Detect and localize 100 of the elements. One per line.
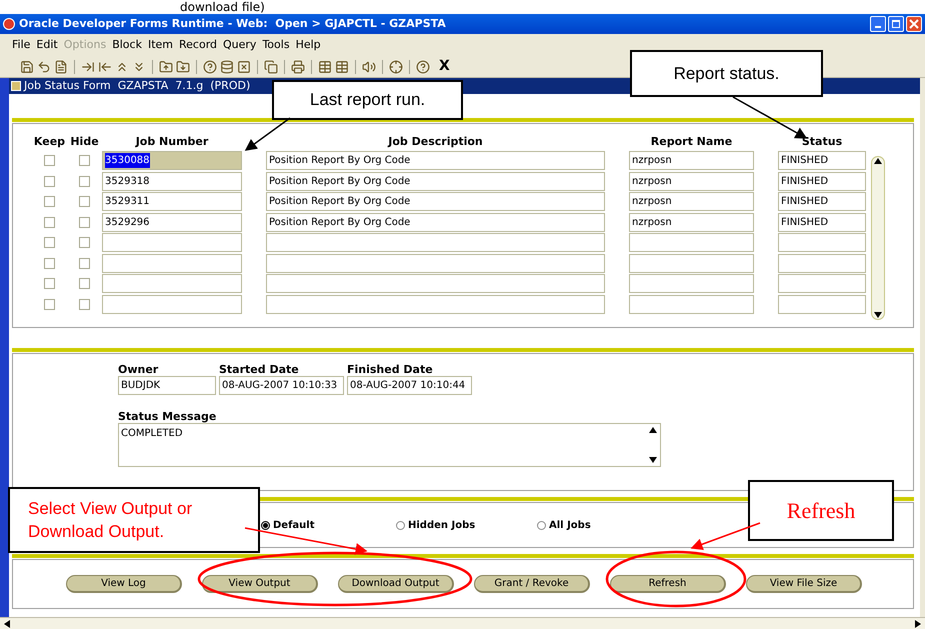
radio-button[interactable] [396, 520, 405, 530]
checkbox[interactable] [79, 196, 90, 207]
menu-item[interactable]: Tools [262, 36, 290, 54]
checkbox[interactable] [79, 258, 90, 268]
action-button[interactable]: Refresh [610, 575, 726, 593]
table-row[interactable]: 3530088 Position Report By Org Code nzrposn FINISHED [32, 151, 866, 170]
checkbox[interactable] [79, 298, 90, 310]
text-field[interactable] [629, 294, 754, 314]
menu-item[interactable]: Edit [36, 36, 58, 54]
folder-down-icon[interactable] [176, 60, 190, 74]
maximize-icon[interactable] [888, 16, 904, 32]
text-field[interactable]: 3530088 [102, 151, 242, 170]
checkbox[interactable] [79, 216, 90, 228]
text-field[interactable]: Position Report By Org Code [266, 151, 605, 170]
folder-up-icon[interactable] [159, 60, 173, 74]
remove-record-icon[interactable] [98, 60, 112, 74]
undo-icon[interactable] [37, 60, 51, 74]
checkbox[interactable] [44, 298, 55, 310]
scroll-up-icon[interactable] [874, 158, 882, 164]
horizontal-scrollbar[interactable] [0, 617, 925, 629]
text-field[interactable] [629, 233, 754, 252]
checkbox[interactable] [79, 237, 90, 248]
minimize-icon[interactable] [870, 16, 886, 32]
database-icon[interactable] [220, 60, 234, 74]
text-field[interactable]: 08-AUG-2007 10:10:33 [219, 376, 344, 395]
radio-label[interactable]: All Jobs [549, 518, 591, 532]
checkbox[interactable] [44, 278, 55, 289]
text-field[interactable]: BUDJDK [118, 376, 216, 395]
text-field[interactable] [266, 254, 605, 272]
action-button[interactable]: View Log [66, 575, 182, 593]
checkbox[interactable] [44, 176, 55, 186]
text-field[interactable]: 3529296 [102, 212, 242, 232]
speaker-icon[interactable] [362, 60, 376, 74]
action-button[interactable]: View File Size [746, 575, 862, 593]
action-button[interactable]: Grant / Revoke [474, 575, 590, 593]
text-field[interactable]: 3529318 [102, 172, 242, 190]
help-icon[interactable] [203, 60, 217, 74]
grid-icon[interactable] [335, 60, 349, 74]
text-field[interactable] [102, 274, 242, 293]
message-field[interactable]: COMPLETED [118, 423, 661, 467]
action-button[interactable]: View Output [202, 575, 318, 593]
checkbox[interactable] [44, 258, 55, 268]
radio-button[interactable] [537, 520, 546, 530]
checkbox[interactable] [79, 278, 90, 289]
checkbox[interactable] [44, 237, 55, 248]
text-field[interactable]: nzrposn [629, 172, 754, 190]
close-icon[interactable] [906, 16, 922, 32]
text-field[interactable]: nzrposn [629, 192, 754, 211]
text-field[interactable]: 08-AUG-2007 10:10:44 [347, 376, 472, 395]
action-button[interactable]: Download Output [338, 575, 454, 593]
text-field[interactable]: Position Report By Org Code [266, 192, 605, 211]
scroll-left-icon[interactable] [4, 620, 10, 628]
vertical-scrollbar[interactable] [871, 156, 885, 320]
text-field[interactable] [266, 274, 605, 293]
text-field[interactable]: nzrposn [629, 212, 754, 232]
menu-item[interactable]: Item [148, 36, 173, 54]
radio-button[interactable] [261, 520, 270, 530]
copy-icon[interactable] [264, 60, 278, 74]
scroll-down-icon[interactable] [649, 457, 657, 463]
scroll-down-icon[interactable] [874, 312, 882, 318]
text-field[interactable] [266, 233, 605, 252]
scroll-up-icon[interactable] [649, 427, 657, 433]
table-row[interactable]: 3529318 Position Report By Org Code nzrposn FINISHED [32, 172, 866, 190]
printer-icon[interactable] [291, 60, 305, 74]
document-icon[interactable] [54, 60, 68, 74]
text-field[interactable]: 3529311 [102, 192, 242, 211]
checkbox[interactable] [44, 196, 55, 207]
text-field[interactable]: FINISHED [778, 192, 866, 211]
checkbox[interactable] [79, 155, 90, 166]
menu-item[interactable]: Help [296, 36, 321, 54]
text-field[interactable] [778, 233, 866, 252]
checkbox[interactable] [44, 216, 55, 228]
exit-button[interactable]: X [439, 56, 450, 77]
text-field[interactable]: FINISHED [778, 212, 866, 232]
text-field[interactable]: FINISHED [778, 172, 866, 190]
save-icon[interactable] [20, 60, 34, 74]
table-row[interactable]: 3529311 Position Report By Org Code nzrposn FINISHED [32, 192, 866, 211]
radio-label[interactable]: Default [273, 518, 315, 532]
grid-icon[interactable] [318, 60, 332, 74]
menu-item[interactable]: Block [112, 36, 142, 54]
text-field[interactable] [102, 294, 242, 314]
text-field[interactable]: FINISHED [778, 151, 866, 170]
text-field[interactable] [778, 254, 866, 272]
menu-item[interactable]: Query [223, 36, 256, 54]
text-field[interactable] [778, 294, 866, 314]
scroll-right-icon[interactable] [915, 620, 921, 628]
table-row[interactable]: 3529296 Position Report By Org Code nzrposn FINISHED [32, 212, 866, 232]
text-field[interactable] [778, 274, 866, 293]
insert-record-icon[interactable] [81, 60, 95, 74]
menu-item[interactable]: File [12, 36, 30, 54]
text-field[interactable]: Position Report By Org Code [266, 172, 605, 190]
text-field[interactable] [266, 294, 605, 314]
text-field[interactable]: nzrposn [629, 151, 754, 170]
delete-icon[interactable] [237, 60, 251, 74]
text-field[interactable] [629, 254, 754, 272]
checkbox[interactable] [79, 176, 90, 186]
radio-label[interactable]: Hidden Jobs [408, 518, 476, 532]
help-icon[interactable] [416, 60, 430, 74]
crosshair-icon[interactable] [389, 60, 403, 74]
text-field[interactable]: Position Report By Org Code [266, 212, 605, 232]
